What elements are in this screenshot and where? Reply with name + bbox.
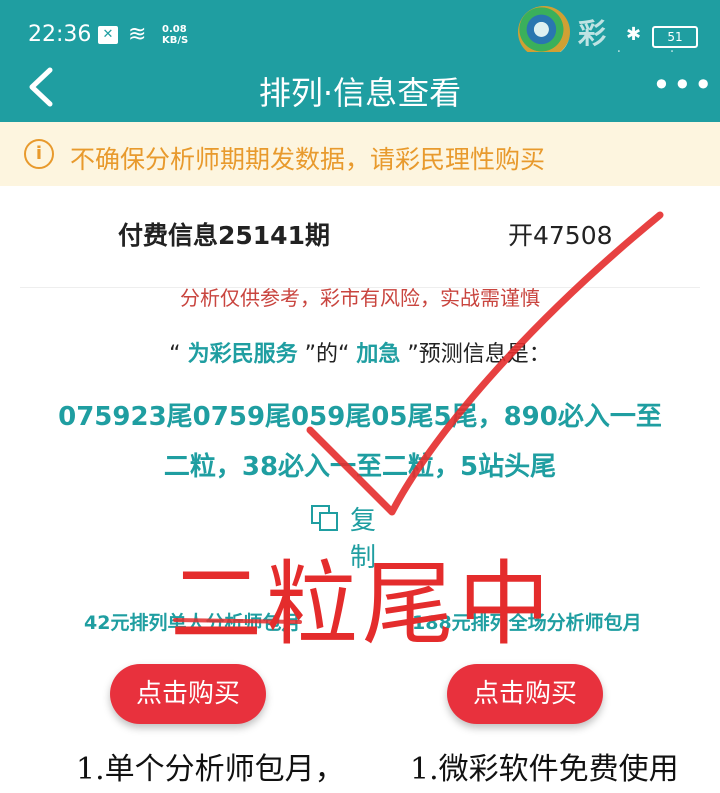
issue-number: 付费信息25141期 xyxy=(118,221,330,250)
prediction-heading: “ 为彩民服务 ”的“ 加急 ”预测信息是： xyxy=(0,336,720,368)
notification-icon: ✕ xyxy=(98,26,118,44)
quote-mid: ”的“ xyxy=(304,342,350,367)
quote-open: “ xyxy=(169,342,181,367)
prediction-line-2: 二粒，38必入一至二粒，5站头尾 xyxy=(163,452,557,482)
analyst-name: 为彩民服务 xyxy=(187,342,298,367)
buy-button-all[interactable]: 点击购买 xyxy=(447,664,603,724)
title-bar: 排列·信息查看 ••• xyxy=(0,52,720,122)
prediction-line-1: 075923尾0759尾059尾05尾5尾，890必入一至 xyxy=(58,402,662,432)
watermark-logo-icon xyxy=(518,6,570,58)
status-time: 22:36 xyxy=(28,22,92,47)
urgency-label: 加急 xyxy=(356,342,401,367)
wifi-icon: ≋ xyxy=(128,22,147,47)
watermark-logo-text: 彩 xyxy=(578,17,609,50)
notice-text: 不确保分析师期期发数据，请彩民理性购买 xyxy=(70,145,546,174)
prediction-suffix: ”预测信息是： xyxy=(407,342,551,367)
net-speed-value: 0.08 xyxy=(162,24,187,35)
copy-icon xyxy=(311,505,338,531)
package-feature-all: 1.微彩软件免费使用 xyxy=(410,752,679,787)
open-result: 开47508 xyxy=(508,221,613,250)
info-icon: i xyxy=(24,139,54,169)
page-title: 排列·信息查看 xyxy=(258,74,462,112)
net-speed-unit: KB/S xyxy=(162,35,189,46)
buy-button-single[interactable]: 点击购买 xyxy=(110,664,266,724)
status-bar: 22:36 ✕ ≋ 0.08 KB/S 彩 www.tqcp.net ✱ 51 xyxy=(0,0,720,64)
net-speed: 0.08 KB/S xyxy=(162,24,188,46)
more-options-icon[interactable]: ••• xyxy=(652,66,715,104)
risk-warning: 分析仅供参考，彩市有风险，实战需谨慎 xyxy=(180,286,540,310)
bluetooth-icon: ✱ xyxy=(626,24,642,45)
notice-banner: i 不确保分析师期期发数据，请彩民理性购买 xyxy=(0,122,720,186)
handwritten-stamp-text: 二粒尾中 xyxy=(170,554,555,656)
package-feature-single: 1.单个分析师包月， xyxy=(76,752,345,787)
prediction-content: 075923尾0759尾059尾05尾5尾，890必入一至 二粒，38必入一至二… xyxy=(30,392,690,492)
battery-icon: 51 xyxy=(652,26,698,48)
